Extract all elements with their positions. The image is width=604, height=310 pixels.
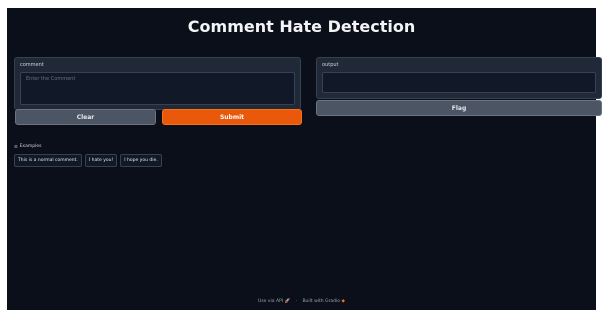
examples-label: Examples — [19, 144, 42, 149]
output-panel: output — [316, 57, 602, 99]
output-label: output — [322, 62, 339, 68]
example-item[interactable]: I hope you die. — [120, 154, 162, 167]
flag-button[interactable]: Flag — [316, 100, 602, 116]
built-with-gradio-link[interactable]: Built with Gradio ◆ — [302, 299, 344, 304]
footer: Use via API 🚀 · Built with Gradio ◆ — [7, 299, 596, 304]
examples-header: ☰ Examples — [14, 144, 41, 149]
use-via-api-link[interactable]: Use via API 🚀 — [258, 299, 292, 304]
clear-button[interactable]: Clear — [15, 109, 156, 125]
comment-placeholder: Enter the Comment — [26, 76, 76, 82]
rocket-icon: 🚀 — [284, 299, 291, 304]
gradio-logo-icon: ◆ — [341, 299, 345, 304]
footer-separator: · — [295, 299, 298, 304]
output-field[interactable] — [322, 72, 596, 93]
list-icon: ☰ — [14, 144, 18, 149]
comment-panel: comment Enter the Comment — [14, 57, 301, 110]
submit-button[interactable]: Submit — [162, 109, 302, 125]
example-item[interactable]: I hate you! — [84, 154, 118, 167]
api-label: Use via API — [258, 299, 284, 304]
page-title: Comment Hate Detection — [187, 17, 416, 36]
examples-list: This is a normal comment. I hate you! I … — [14, 154, 162, 167]
built-label: Built with Gradio — [302, 299, 341, 304]
comment-input[interactable]: Enter the Comment — [20, 72, 295, 105]
example-item[interactable]: This is a normal comment. — [14, 154, 82, 167]
gradio-app: Comment Hate Detection comment Enter the… — [7, 8, 602, 310]
comment-label: comment — [20, 62, 44, 68]
